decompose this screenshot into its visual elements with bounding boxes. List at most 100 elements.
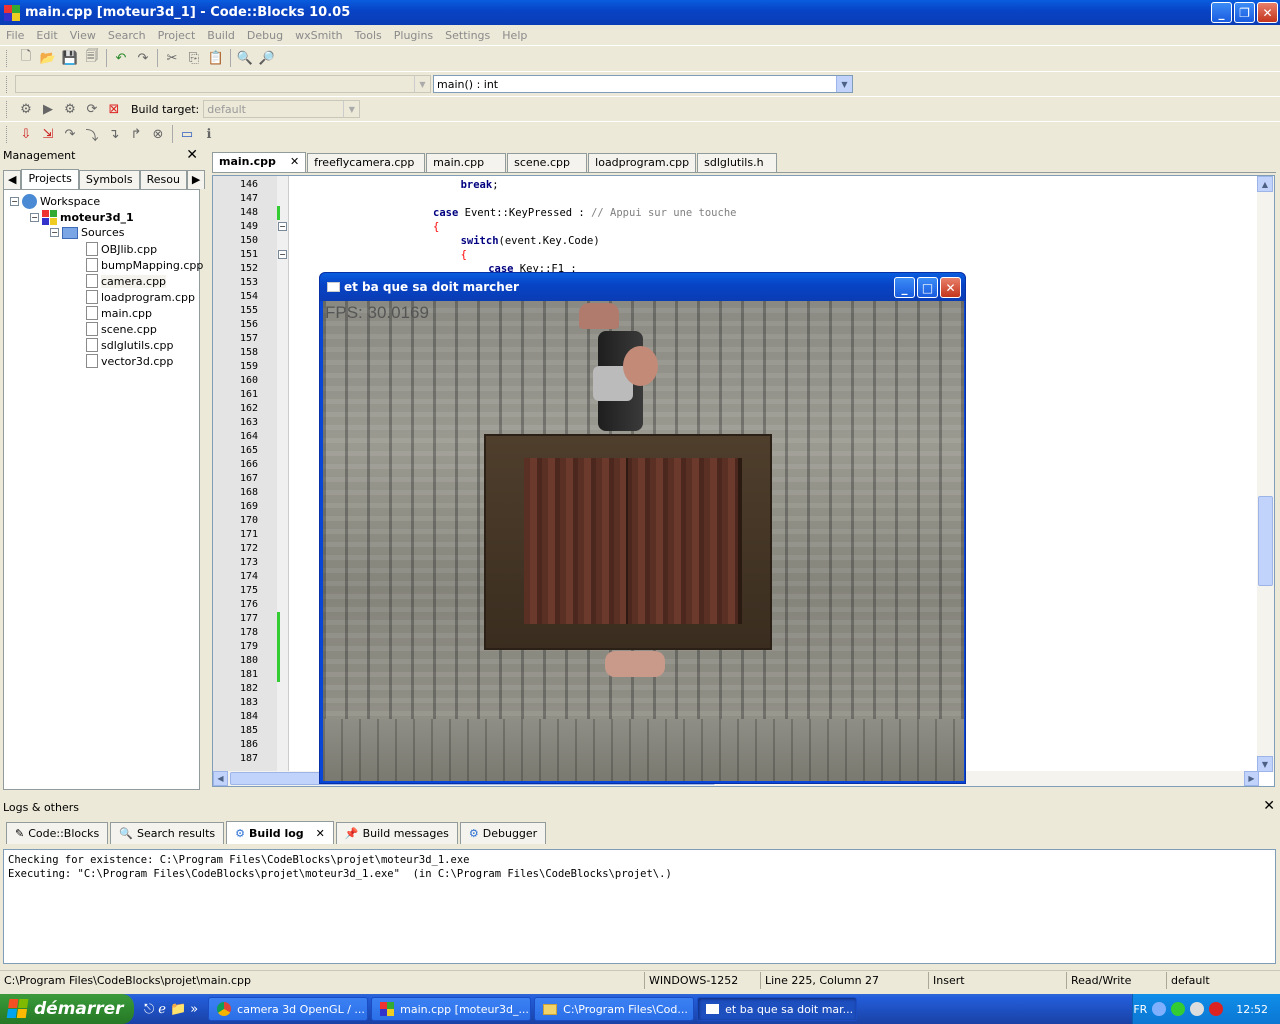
start-button[interactable]: démarrer — [0, 994, 134, 1024]
menu-wxsmith[interactable]: wxSmith — [289, 29, 349, 42]
tree-file[interactable]: OBJlib.cpp — [86, 242, 157, 256]
vertical-scrollbar[interactable]: ▲ ▼ — [1257, 176, 1274, 772]
collapse-icon[interactable]: − — [50, 228, 59, 237]
tray-shield-icon[interactable] — [1190, 1002, 1205, 1016]
tab-build-log[interactable]: ⚙ Build log ✕ — [226, 821, 334, 844]
maximize-button[interactable]: □ — [917, 277, 938, 298]
scroll-down-icon[interactable]: ▼ — [1257, 756, 1273, 772]
tab-build-messages[interactable]: 📌 Build messages — [335, 822, 458, 844]
rebuild-icon[interactable]: ⟳ — [81, 98, 103, 120]
language-indicator[interactable]: FR — [1133, 1003, 1147, 1016]
tree-file[interactable]: main.cpp — [86, 306, 152, 320]
close-icon[interactable]: ✕ — [290, 155, 299, 170]
run-icon[interactable]: ▶ — [37, 98, 59, 120]
close-button[interactable]: ✕ — [940, 277, 961, 298]
close-icon[interactable]: ✕ — [316, 827, 325, 840]
build-gear-icon[interactable]: ⚙ — [15, 98, 37, 120]
open-folder-icon[interactable]: 📂 — [37, 47, 59, 69]
tab-resources[interactable]: Resou — [139, 170, 187, 189]
tab-symbols[interactable]: Symbols — [78, 170, 140, 189]
menu-view[interactable]: View — [64, 29, 102, 42]
new-file-icon[interactable]: 🗋 — [15, 47, 37, 69]
fold-icon[interactable]: − — [278, 250, 287, 259]
tree-project[interactable]: − moteur3d_1 — [30, 210, 134, 225]
editor-tab[interactable]: scene.cpp — [507, 153, 588, 172]
build-run-icon[interactable]: ⚙ — [59, 98, 81, 120]
find-icon[interactable]: 🔍 — [234, 47, 256, 69]
editor-tab[interactable]: freeflycamera.cpp — [307, 153, 426, 172]
step-into-icon[interactable]: ↴ — [103, 123, 125, 145]
tab-debugger[interactable]: ⚙ Debugger — [459, 822, 547, 844]
minimize-button[interactable]: _ — [1211, 2, 1232, 23]
menu-help[interactable]: Help — [496, 29, 533, 42]
taskbar-item[interactable]: camera 3d OpenGL / ... — [208, 997, 369, 1021]
abort-icon[interactable]: ⊠ — [103, 98, 125, 120]
game-window-titlebar[interactable]: et ba que sa doit marcher _ □ ✕ — [320, 273, 965, 301]
next-line-icon[interactable]: ↷ — [59, 123, 81, 145]
menu-file[interactable]: File — [0, 29, 30, 42]
tray-network-icon[interactable] — [1171, 1002, 1186, 1016]
game-window[interactable]: et ba que sa doit marcher _ □ ✕ FPS: 30.… — [319, 272, 966, 784]
step-out-icon[interactable]: ↱ — [125, 123, 147, 145]
undo-icon[interactable]: ↶ — [110, 47, 132, 69]
stop-debugger-icon[interactable]: ⊗ — [147, 123, 169, 145]
taskbar-item[interactable]: main.cpp [moteur3d_... — [371, 997, 532, 1021]
redo-icon[interactable]: ↷ — [132, 47, 154, 69]
explorer-icon[interactable]: 📁 — [170, 1002, 186, 1017]
next-instruction-icon[interactable]: ⤵ — [81, 123, 103, 145]
build-log-output[interactable]: Checking for existence: C:\Program Files… — [3, 849, 1276, 964]
tree-folder-sources[interactable]: − Sources — [50, 226, 125, 239]
3d-viewport[interactable]: FPS: 30.0169 — [323, 301, 964, 781]
tree-file[interactable]: vector3d.cpp — [86, 354, 173, 368]
save-icon[interactable]: 💾 — [59, 47, 81, 69]
tray-chevron-icon[interactable] — [1152, 1002, 1167, 1016]
minimize-button[interactable]: _ — [894, 277, 915, 298]
editor-tab[interactable]: main.cpp ✕ — [212, 152, 307, 172]
tab-scroll-left[interactable]: ◀ — [3, 170, 22, 189]
function-combo[interactable]: main() : int ▼ — [433, 75, 853, 93]
menu-project[interactable]: Project — [152, 29, 202, 42]
info-icon[interactable]: ℹ — [198, 123, 220, 145]
tray-security-icon[interactable] — [1209, 1002, 1224, 1016]
tab-search-results[interactable]: 🔍 Search results — [110, 822, 225, 844]
close-button[interactable]: ✕ — [1257, 2, 1278, 23]
editor-tab[interactable]: main.cpp — [426, 153, 507, 172]
collapse-icon[interactable]: − — [10, 197, 19, 206]
taskbar-item[interactable]: et ba que sa doit mar... — [697, 997, 858, 1021]
more-chevron-icon[interactable]: » — [190, 1002, 198, 1017]
editor-tab[interactable]: sdlglutils.h — [697, 153, 778, 172]
menu-search[interactable]: Search — [102, 29, 152, 42]
cut-icon[interactable]: ✂ — [161, 47, 183, 69]
collapse-icon[interactable]: − — [30, 213, 39, 222]
menu-tools[interactable]: Tools — [349, 29, 388, 42]
vertical-scroll-thumb[interactable] — [1258, 496, 1273, 586]
scroll-left-icon[interactable]: ◀ — [213, 771, 228, 786]
menu-plugins[interactable]: Plugins — [388, 29, 439, 42]
debug-windows-icon[interactable]: ▭ — [176, 123, 198, 145]
scope-combo[interactable]: ▼ — [15, 75, 431, 93]
replace-icon[interactable]: 🔎 — [256, 47, 278, 69]
editor-tab[interactable]: loadprogram.cpp — [588, 153, 697, 172]
tree-file[interactable]: loadprogram.cpp — [86, 290, 195, 304]
menu-build[interactable]: Build — [201, 29, 241, 42]
tree-file[interactable]: camera.cpp — [86, 274, 167, 288]
run-to-cursor-icon[interactable]: ⇲ — [37, 123, 59, 145]
paste-icon[interactable]: 📋 — [205, 47, 227, 69]
tree-file[interactable]: scene.cpp — [86, 322, 157, 336]
quick-launch-icon[interactable]: ⎋ — [144, 1002, 154, 1017]
menu-debug[interactable]: Debug — [241, 29, 289, 42]
close-icon[interactable]: ✕ — [1263, 798, 1275, 814]
tab-codeblocks-log[interactable]: ✎ Code::Blocks — [6, 822, 109, 844]
scroll-right-icon[interactable]: ▶ — [1244, 771, 1259, 786]
menu-edit[interactable]: Edit — [30, 29, 63, 42]
tree-file[interactable]: bumpMapping.cpp — [86, 258, 203, 272]
build-target-combo[interactable]: default ▼ — [203, 100, 361, 118]
fold-icon[interactable]: − — [278, 222, 287, 231]
close-icon[interactable]: ✕ — [186, 147, 198, 163]
tab-scroll-right[interactable]: ▶ — [186, 170, 206, 189]
tree-workspace[interactable]: − Workspace — [10, 194, 100, 209]
tree-file[interactable]: sdlglutils.cpp — [86, 338, 173, 352]
taskbar-item[interactable]: C:\Program Files\Cod... — [534, 997, 695, 1021]
ie-icon[interactable]: ℯ — [158, 1002, 166, 1017]
save-all-icon[interactable]: 🗐 — [81, 47, 103, 69]
